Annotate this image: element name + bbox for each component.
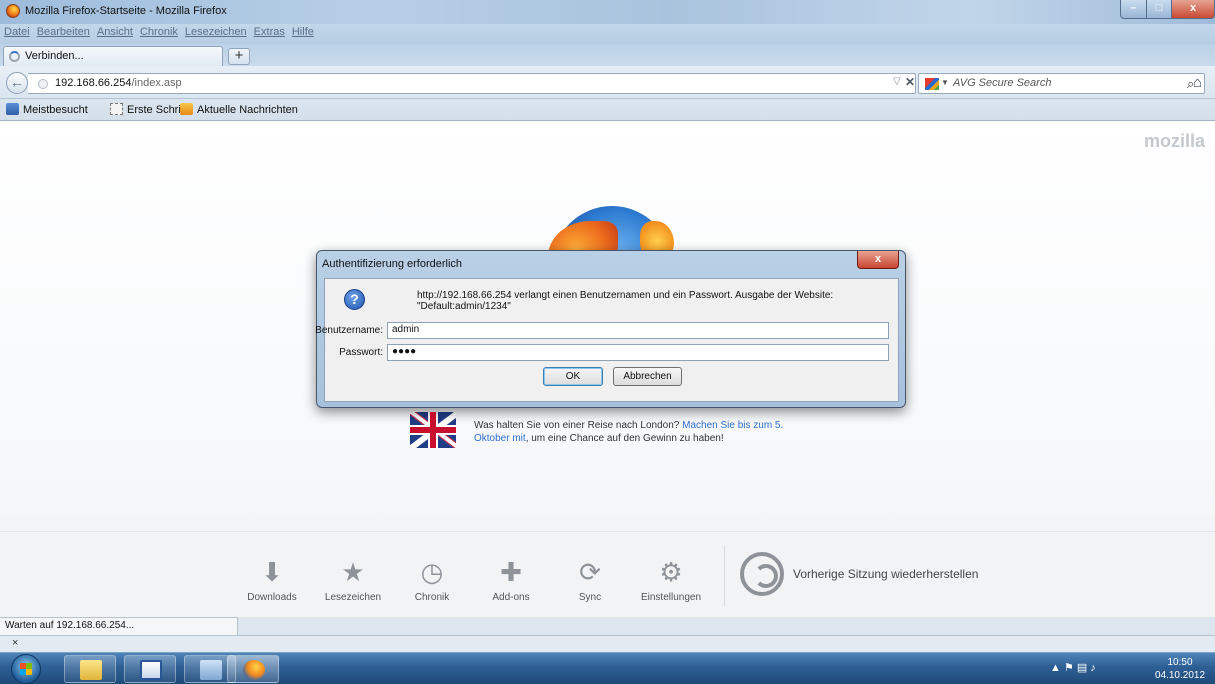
maximize-button[interactable]: □ xyxy=(1146,0,1172,19)
windows-taskbar: ▲ ⚑ ▤ ♪ 10:50 04.10.2012 xyxy=(0,652,1215,684)
restore-session-button[interactable]: Vorherige Sitzung wiederherstellen xyxy=(793,567,978,581)
control-panel-icon xyxy=(200,660,222,680)
status-bar: Warten auf 192.168.66.254... xyxy=(0,617,238,635)
url-dropdown-icon[interactable]: ▽ xyxy=(893,76,901,87)
folder-icon xyxy=(80,660,102,680)
dialog-close-button[interactable]: x xyxy=(857,251,899,269)
addon-bar: × xyxy=(0,635,1215,652)
launcher-addons[interactable]: ✚ Add-ons xyxy=(476,558,546,603)
launcher-bookmarks[interactable]: ★ Lesezeichen xyxy=(318,558,388,603)
promo-snippet: Was halten Sie von einer Reise nach Lond… xyxy=(474,419,814,445)
dialog-body: ? http://192.168.66.254 verlangt einen B… xyxy=(315,278,899,402)
restore-session-icon[interactable] xyxy=(740,552,784,596)
puzzle-icon: ✚ xyxy=(500,557,522,587)
launcher-sync[interactable]: ⟳ Sync xyxy=(555,558,625,603)
menu-chronik[interactable]: Chronik xyxy=(136,24,181,38)
launcher-divider xyxy=(724,546,725,606)
menu-bearbeiten[interactable]: Bearbeiten xyxy=(33,24,93,38)
auth-dialog: Authentifizierung erforderlich x ? http:… xyxy=(315,250,906,408)
taskbar-word[interactable] xyxy=(124,655,176,683)
navigation-bar: 192.168.66.254/index.asp ▽ ✕ ← ▼ AVG Sec… xyxy=(0,66,1215,99)
bookmark-meistbesucht[interactable]: Meistbesucht xyxy=(6,103,88,116)
promo-tail: , um eine Chance auf den Gewinn zu haben… xyxy=(525,433,724,444)
sync-icon: ⟳ xyxy=(579,557,601,587)
url-host: 192.168.66.254 xyxy=(55,77,132,89)
bookmark-label: Aktuelle Nachrichten xyxy=(197,104,298,116)
close-window-button[interactable]: x xyxy=(1171,0,1215,19)
loading-spinner-icon xyxy=(9,51,20,62)
addon-bar-close-button[interactable]: × xyxy=(12,637,18,649)
username-input[interactable]: admin xyxy=(387,322,889,339)
menu-lesezeichen[interactable]: Lesezeichen xyxy=(181,24,250,38)
bookmark-label: Meistbesucht xyxy=(23,104,88,116)
page-icon xyxy=(110,103,123,115)
launcher-bar: ⬇ Downloads ★ Lesezeichen ◷ Chronik ✚ Ad… xyxy=(0,531,1215,617)
rss-feed-icon xyxy=(180,103,193,115)
mozilla-logo[interactable]: mozilla xyxy=(1144,131,1205,152)
start-button[interactable] xyxy=(11,654,41,684)
menu-hilfe[interactable]: Hilfe xyxy=(288,24,317,38)
window-title-bar: Mozilla Firefox-Startseite - Mozilla Fir… xyxy=(0,0,1215,24)
promo-text: Was halten Sie von einer Reise nach Lond… xyxy=(474,420,680,431)
ok-button[interactable]: OK xyxy=(543,367,603,386)
engine-dropdown-icon[interactable]: ▼ xyxy=(941,78,949,87)
question-icon: ? xyxy=(344,289,365,310)
password-label: Passwort: xyxy=(339,347,383,358)
launcher-settings[interactable]: ⚙ Einstellungen xyxy=(636,558,706,603)
url-text: 192.168.66.254/index.asp xyxy=(55,77,182,89)
url-path: /index.asp xyxy=(131,77,182,89)
stop-icon[interactable]: ✕ xyxy=(905,75,915,89)
uk-flag-icon[interactable] xyxy=(410,412,456,448)
launcher-label: Add-ons xyxy=(492,592,530,603)
username-label: Benutzername: xyxy=(315,325,383,336)
window-title: Mozilla Firefox-Startseite - Mozilla Fir… xyxy=(25,5,227,17)
dialog-message: http://192.168.66.254 verlangt einen Ben… xyxy=(417,290,834,312)
site-identity-icon[interactable] xyxy=(38,79,48,89)
taskbar-explorer[interactable] xyxy=(64,655,116,683)
minimize-button[interactable]: – xyxy=(1120,0,1147,19)
bookmark-aktuelle-nachrichten[interactable]: Aktuelle Nachrichten xyxy=(180,103,298,116)
launcher-label: Einstellungen xyxy=(640,592,702,603)
launcher-label: Lesezeichen xyxy=(324,592,382,603)
smart-folder-icon xyxy=(6,103,19,115)
launcher-label: Downloads xyxy=(247,592,297,603)
menu-ansicht[interactable]: Ansicht xyxy=(93,24,136,38)
back-button[interactable]: ← xyxy=(6,72,28,94)
word-icon xyxy=(140,660,162,680)
search-engine-icon[interactable] xyxy=(925,78,939,90)
search-bar[interactable]: ▼ AVG Secure Search ⌕ xyxy=(918,73,1205,94)
new-tab-button[interactable]: + xyxy=(228,48,250,65)
system-tray[interactable]: ▲ ⚑ ▤ ♪ xyxy=(1050,661,1096,674)
cancel-button[interactable]: Abbrechen xyxy=(613,367,682,386)
menu-bar: Datei Bearbeiten Ansicht Chronik Lesezeichen… xyxy=(0,24,1215,44)
launcher-history[interactable]: ◷ Chronik xyxy=(397,558,467,603)
clock-date: 04.10.2012 xyxy=(1154,670,1206,681)
search-placeholder: AVG Secure Search xyxy=(953,77,1052,89)
dialog-title: Authentifizierung erforderlich xyxy=(322,258,463,270)
clock-time: 10:50 xyxy=(1167,657,1193,668)
launcher-downloads[interactable]: ⬇ Downloads xyxy=(237,558,307,603)
gear-icon: ⚙ xyxy=(659,557,683,587)
flag-red-v xyxy=(430,412,436,448)
home-icon[interactable]: ⌂ xyxy=(1193,74,1202,91)
taskbar-clock[interactable]: 10:50 04.10.2012 xyxy=(1150,656,1210,682)
clock-icon: ◷ xyxy=(420,557,444,587)
status-text: Warten auf 192.168.66.254... xyxy=(5,620,135,631)
firefox-icon xyxy=(243,660,265,680)
tab-active[interactable]: Verbinden... xyxy=(3,46,223,66)
menu-extras[interactable]: Extras xyxy=(250,24,288,38)
menu-datei[interactable]: Datei xyxy=(0,24,33,38)
password-input[interactable]: ●●●● xyxy=(387,344,889,361)
download-arrow-icon: ⬇ xyxy=(261,557,283,587)
tab-bar: Verbinden... + xyxy=(0,44,1215,66)
firefox-icon[interactable] xyxy=(6,4,20,18)
tab-label: Verbinden... xyxy=(25,50,84,62)
launcher-label: Sync xyxy=(578,592,602,603)
taskbar-firefox[interactable] xyxy=(227,655,279,683)
launcher-label: Chronik xyxy=(414,592,450,603)
bookmarks-toolbar: Meistbesucht Erste Schritte Aktuelle Nac… xyxy=(0,99,1215,121)
url-bar[interactable]: 192.168.66.254/index.asp ▽ ✕ xyxy=(28,73,916,94)
star-icon: ★ xyxy=(341,557,365,587)
